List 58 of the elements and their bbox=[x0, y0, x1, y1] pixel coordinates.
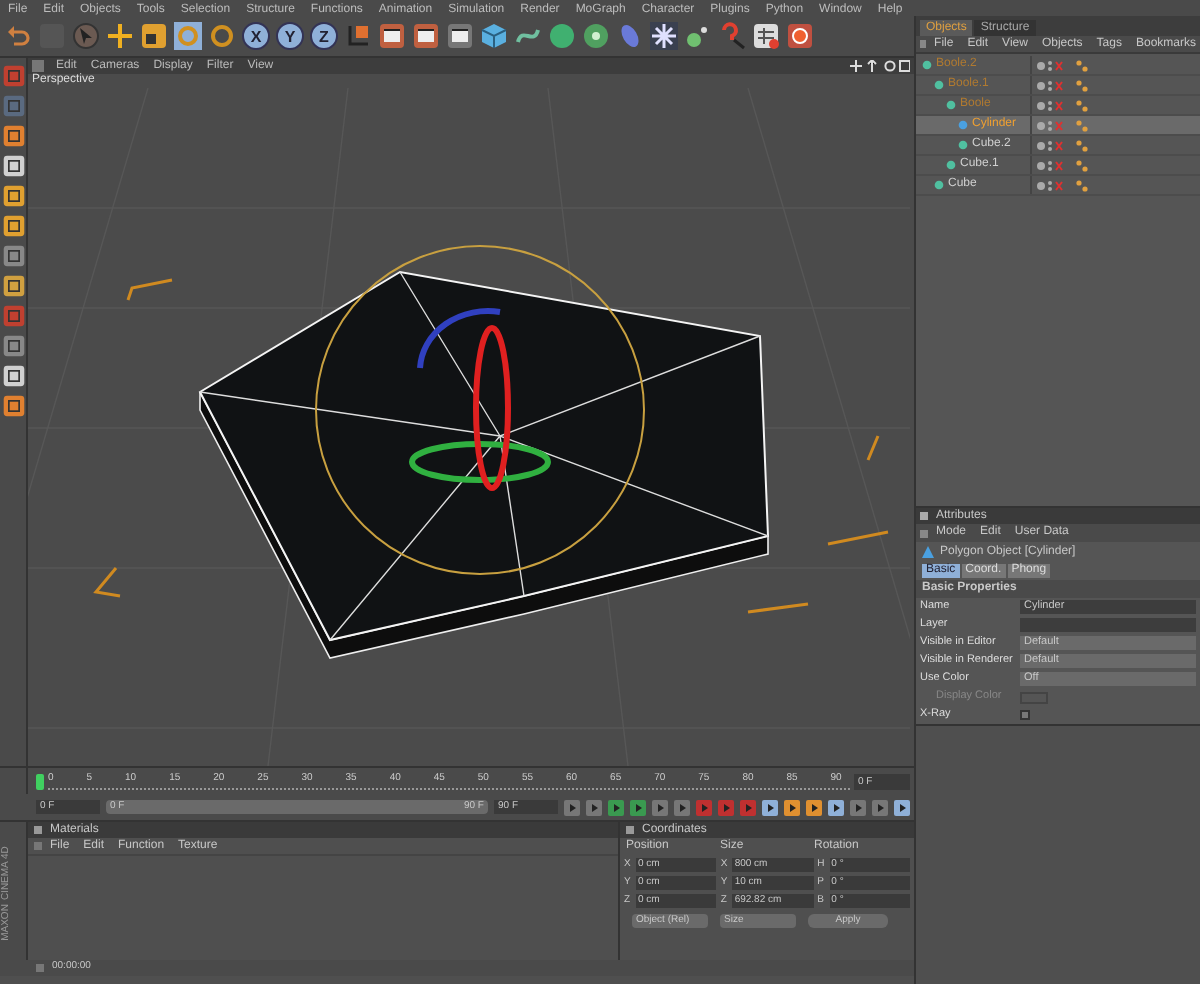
scale-icon[interactable] bbox=[140, 22, 168, 50]
playback-control-icon[interactable] bbox=[608, 799, 624, 815]
playback-control-icon[interactable] bbox=[762, 799, 778, 815]
tool-icon[interactable] bbox=[1, 214, 25, 238]
playback-control-icon[interactable] bbox=[850, 799, 866, 815]
playback-control-icon[interactable] bbox=[872, 799, 888, 815]
panel-grip-icon[interactable] bbox=[920, 529, 928, 537]
coordinate-system-icon[interactable] bbox=[344, 22, 372, 50]
playback-control-icon[interactable] bbox=[674, 799, 690, 815]
playback-control-icon[interactable] bbox=[828, 799, 844, 815]
playback-control-icon[interactable] bbox=[894, 799, 910, 815]
playback-control-icon[interactable] bbox=[784, 799, 800, 815]
tool-icon[interactable] bbox=[1, 274, 25, 298]
panel-grip-icon[interactable] bbox=[920, 512, 928, 520]
cube-icon[interactable] bbox=[480, 22, 508, 50]
playback-control-icon[interactable] bbox=[652, 799, 668, 815]
tool-icon[interactable] bbox=[1, 364, 25, 388]
playback-control-icon[interactable] bbox=[630, 799, 646, 815]
help-icon[interactable] bbox=[718, 22, 746, 50]
undo-icon[interactable] bbox=[4, 22, 32, 50]
cursor-icon[interactable] bbox=[72, 22, 100, 50]
playback-control-icon[interactable] bbox=[806, 799, 822, 815]
playback-control-icon[interactable] bbox=[586, 799, 602, 815]
axis-toggle[interactable]: X bbox=[242, 22, 270, 50]
rotation-gizmo-drawing[interactable] bbox=[409, 308, 551, 491]
tool-icon[interactable] bbox=[1, 184, 25, 208]
visibility-dots-icon[interactable] bbox=[1036, 99, 1064, 111]
panel-grip-icon[interactable] bbox=[36, 964, 44, 972]
visibility-dots-icon[interactable] bbox=[1036, 179, 1064, 191]
tool-icon[interactable] bbox=[1, 154, 25, 178]
clapperboard-icon[interactable] bbox=[446, 22, 474, 50]
clapperboard-icon[interactable] bbox=[412, 22, 440, 50]
environment-icon[interactable] bbox=[650, 22, 678, 50]
panel-grip-icon[interactable] bbox=[626, 826, 634, 834]
visibility-dots-icon[interactable] bbox=[1036, 79, 1064, 91]
tool-icon[interactable] bbox=[1, 394, 25, 418]
axis-toggle[interactable]: Z bbox=[310, 22, 338, 50]
tool-icon[interactable] bbox=[1, 334, 25, 358]
cone-icon[interactable] bbox=[922, 546, 934, 558]
tool-icon[interactable] bbox=[1, 244, 25, 268]
visibility-dots-icon[interactable] bbox=[1036, 139, 1064, 151]
rotate-icon[interactable] bbox=[208, 22, 236, 50]
playback-control-icon[interactable] bbox=[564, 799, 580, 815]
visibility-dots-icon[interactable] bbox=[1036, 59, 1064, 71]
tool-icon[interactable] bbox=[1, 124, 25, 148]
move-icon[interactable] bbox=[106, 22, 134, 50]
input-field[interactable] bbox=[1020, 618, 1196, 632]
tag-icon[interactable] bbox=[1076, 59, 1088, 71]
panel-grip-icon[interactable] bbox=[920, 40, 927, 48]
visibility-dots-icon[interactable] bbox=[1036, 159, 1064, 171]
viewport-controls-icon[interactable] bbox=[850, 60, 910, 72]
clapperboard-icon[interactable] bbox=[378, 22, 406, 50]
visibility-dots-icon[interactable] bbox=[1036, 119, 1064, 131]
rotation-gizmo-ring[interactable] bbox=[315, 245, 645, 575]
panel-grip-icon[interactable] bbox=[32, 60, 44, 72]
checkbox[interactable] bbox=[1020, 710, 1030, 720]
axis-toggle[interactable]: Y bbox=[276, 22, 304, 50]
playhead-marker[interactable] bbox=[36, 773, 44, 789]
